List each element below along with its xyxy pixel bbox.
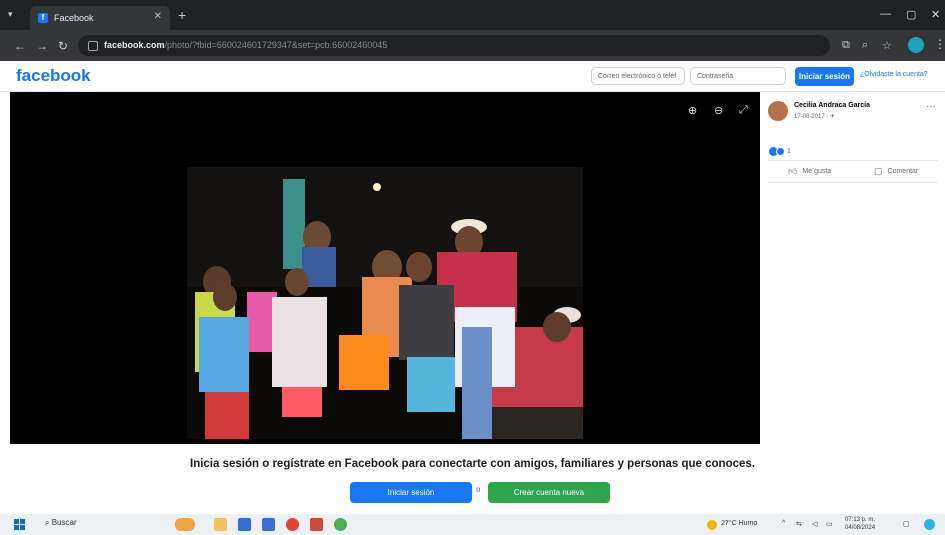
like-button[interactable]: 👍︎ Me gusta	[788, 166, 831, 177]
tray-chevron-icon[interactable]: ^	[782, 520, 785, 527]
site-info-icon[interactable]	[88, 40, 98, 51]
url-host: facebook.com	[104, 40, 165, 50]
windows-start-icon[interactable]	[14, 519, 25, 530]
widgets-icon[interactable]	[175, 518, 195, 531]
app-icon[interactable]	[310, 518, 323, 531]
translate-icon[interactable]: ⌕	[862, 39, 868, 52]
chrome-active-icon[interactable]	[334, 518, 347, 531]
zoom-out-icon[interactable]: ⊖	[714, 104, 723, 117]
windows-taskbar: ⌕ Buscar 27°C Humo ^ ⇆ ◁ ▭ 07:13 p. m. 04…	[0, 514, 945, 535]
minimize-icon[interactable]: —	[880, 8, 891, 20]
post-date[interactable]: 17-08-2017 · ✈	[794, 113, 835, 120]
copilot-icon[interactable]	[924, 519, 935, 530]
divider	[768, 182, 938, 183]
more-options-icon[interactable]: ···	[926, 101, 936, 112]
browser-tab[interactable]: f Facebook ✕	[30, 6, 170, 30]
url-field[interactable]: facebook.com/photo/?fbid=660024601729347…	[78, 35, 830, 56]
cta-login-button[interactable]: Iniciar sesión	[350, 482, 472, 503]
bookmark-star-icon[interactable]: ☆	[882, 39, 892, 52]
address-toolbar: ← → ↻ facebook.com/photo/?fbid=660024601…	[0, 30, 945, 61]
header-login-button[interactable]: Iniciar sesión	[795, 67, 854, 86]
reaction-count: 1	[787, 147, 791, 155]
weather-text[interactable]: 27°C Humo	[721, 520, 757, 527]
weather-icon[interactable]	[707, 520, 717, 530]
comment-button[interactable]: ▢ Comentar	[874, 166, 918, 177]
install-app-icon[interactable]: ⧉	[842, 39, 850, 52]
url-path: /photo/?fbid=660024601729347&set=pcb.660…	[164, 40, 388, 50]
author-avatar[interactable]	[768, 101, 788, 121]
facebook-header: facebook Correo electrónico o teléf Cont…	[0, 61, 945, 92]
facebook-favicon-icon: f	[38, 13, 48, 23]
clock[interactable]: 07:13 p. m. 04/08/2024	[845, 516, 875, 532]
tab-search-icon[interactable]: ▾	[8, 9, 13, 20]
like-label: Me gusta	[802, 168, 832, 175]
browser-menu-icon[interactable]: ⋮	[934, 37, 945, 51]
comment-icon: ▢	[874, 166, 883, 176]
new-tab-icon[interactable]: +	[178, 7, 186, 23]
profile-avatar-icon[interactable]	[908, 37, 924, 53]
clock-date: 04/08/2024	[845, 525, 876, 531]
create-account-button[interactable]: Crear cuenta nueva	[488, 482, 610, 503]
maximize-icon[interactable]: ▢	[906, 8, 916, 21]
clock-time: 07:13 p. m.	[845, 517, 876, 523]
taskbar-search-label: Buscar	[51, 518, 77, 527]
login-prompt-text: Inicia sesión o regístrate en Facebook p…	[190, 458, 755, 470]
comment-label: Comentar	[887, 168, 919, 175]
mail-icon[interactable]	[262, 518, 275, 531]
back-icon[interactable]: ←	[14, 39, 26, 53]
network-icon[interactable]: ⇆	[796, 520, 802, 528]
thumbs-up-icon: 👍︎	[788, 166, 798, 176]
divider	[768, 160, 938, 161]
forward-icon[interactable]: →	[36, 39, 48, 53]
tab-title: Facebook	[54, 13, 94, 23]
zoom-in-icon[interactable]: ⊕	[688, 104, 697, 117]
taskbar-search[interactable]: ⌕ Buscar	[45, 518, 77, 528]
email-field[interactable]: Correo electrónico o teléf	[591, 67, 685, 85]
store-icon[interactable]	[238, 518, 251, 531]
close-window-icon[interactable]: ✕	[931, 8, 940, 21]
fullscreen-icon[interactable]: ⤢	[739, 104, 748, 117]
author-name[interactable]: Cecilia Andraca Garcia	[794, 102, 870, 109]
reaction-summary[interactable]: 1	[769, 145, 791, 157]
chrome-icon[interactable]	[286, 518, 299, 531]
reload-icon[interactable]: ↻	[58, 39, 68, 53]
forgot-account-link[interactable]: ¿Olvidaste la cuenta?	[860, 71, 928, 78]
battery-icon[interactable]: ▭	[826, 520, 833, 528]
file-explorer-icon[interactable]	[214, 518, 227, 531]
notifications-icon[interactable]: ▢	[903, 520, 910, 528]
facebook-logo[interactable]: facebook	[16, 66, 91, 86]
volume-icon[interactable]: ◁	[812, 520, 817, 528]
care-reaction-icon	[776, 146, 785, 156]
tab-close-icon[interactable]: ✕	[154, 11, 162, 22]
password-field[interactable]: Contraseña	[690, 67, 786, 85]
browser-titlebar: ▾ f Facebook ✕ + — ▢ ✕	[0, 0, 945, 30]
cta-separator: o	[476, 485, 481, 494]
post-photo	[187, 167, 583, 439]
